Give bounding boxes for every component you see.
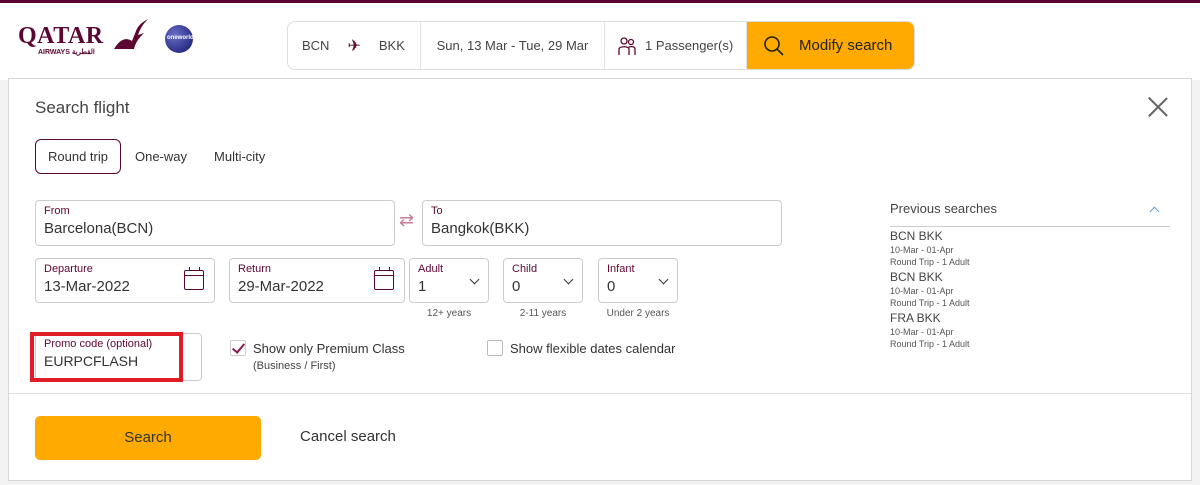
- modify-search-label: Modify search: [799, 37, 893, 54]
- previous-search-item[interactable]: BCN BKK 10-Mar - 01-Apr Round Trip - 1 A…: [890, 270, 1170, 309]
- plane-icon: ✈: [347, 37, 361, 55]
- infant-label: Infant: [607, 263, 635, 275]
- adult-value: 1: [418, 278, 427, 295]
- previous-search-dates: 10-Mar - 01-Apr: [890, 286, 954, 296]
- swap-icon[interactable]: ⇄: [399, 210, 414, 231]
- chevron-up-icon[interactable]: [1149, 206, 1160, 217]
- qatar-airways-logo[interactable]: QATAR AIRWAYS القطرية: [18, 19, 148, 61]
- search-button[interactable]: Search: [35, 416, 261, 460]
- previous-search-details: Round Trip - 1 Adult: [890, 339, 970, 349]
- footer-divider: [9, 393, 1191, 394]
- return-label: Return: [238, 263, 272, 275]
- summary-passengers[interactable]: 1 Passenger(s): [605, 22, 747, 69]
- adult-hint: 12+ years: [426, 308, 472, 319]
- infant-value: 0: [607, 278, 616, 295]
- oneworld-label: oneworld: [167, 35, 194, 41]
- summary-dates[interactable]: Sun, 13 Mar - Tue, 29 Mar: [421, 22, 605, 69]
- previous-searches-header[interactable]: Previous searches: [890, 201, 1170, 227]
- child-hint: 2-11 years: [519, 308, 567, 319]
- logo-text: QATAR: [18, 23, 104, 49]
- previous-search-dates: 10-Mar - 01-Apr: [890, 245, 954, 255]
- modal-title: Search flight: [35, 98, 130, 117]
- site-header: QATAR AIRWAYS القطرية oneworld BCN ✈ BKK…: [0, 0, 1200, 80]
- search-flight-modal: Search flight Round trip One-way Multi-c…: [8, 78, 1192, 481]
- adult-label: Adult: [418, 263, 444, 275]
- from-field[interactable]: From Barcelona(BCN): [35, 200, 395, 246]
- previous-search-route: BCN BKK: [890, 270, 943, 284]
- promo-highlight-box: [30, 332, 183, 382]
- return-value: 29-Mar-2022: [238, 278, 324, 295]
- chevron-down-icon: [469, 274, 480, 285]
- search-icon: [764, 35, 784, 56]
- departure-field[interactable]: Departure 13-Mar-2022: [35, 258, 215, 303]
- departure-value: 13-Mar-2022: [44, 278, 130, 295]
- previous-search-dates: 10-Mar - 01-Apr: [890, 327, 954, 337]
- to-value: Bangkok(BKK): [431, 220, 530, 237]
- oneworld-icon: oneworld: [165, 25, 194, 53]
- from-value: Barcelona(BCN): [44, 220, 154, 237]
- logo-subtext: AIRWAYS القطرية: [38, 49, 95, 56]
- child-select[interactable]: Child 0: [503, 258, 583, 303]
- child-label: Child: [512, 263, 538, 275]
- infant-hint: Under 2 years: [606, 308, 670, 319]
- summary-destination: BKK: [378, 38, 405, 53]
- premium-class-sublabel: (Business / First): [253, 360, 336, 372]
- summary-origin: BCN: [302, 38, 330, 53]
- infant-select[interactable]: Infant 0: [598, 258, 678, 303]
- summary-route[interactable]: BCN ✈ BKK: [288, 22, 421, 69]
- premium-class-label[interactable]: Show only Premium Class: [253, 341, 405, 356]
- previous-search-item[interactable]: FRA BKK 10-Mar - 01-Apr Round Trip - 1 A…: [890, 311, 1170, 350]
- flexible-dates-label[interactable]: Show flexible dates calendar: [510, 341, 676, 356]
- to-label: To: [431, 205, 443, 217]
- close-icon[interactable]: [1147, 96, 1169, 118]
- previous-searches-panel: Previous searches BCN BKK 10-Mar - 01-Ap…: [890, 201, 1170, 350]
- previous-search-route: FRA BKK: [890, 311, 941, 325]
- calendar-icon[interactable]: [374, 267, 394, 290]
- search-summary-bar[interactable]: BCN ✈ BKK Sun, 13 Mar - Tue, 29 Mar 1 Pa…: [287, 21, 915, 70]
- modify-search-button[interactable]: Modify search: [747, 22, 914, 69]
- previous-search-details: Round Trip - 1 Adult: [890, 257, 970, 267]
- chevron-down-icon: [563, 274, 574, 285]
- adult-select[interactable]: Adult 1: [409, 258, 489, 303]
- tab-one-way[interactable]: One-way: [122, 139, 200, 174]
- oryx-icon: [114, 19, 148, 49]
- tab-multi-city[interactable]: Multi-city: [201, 139, 278, 174]
- previous-searches-title: Previous searches: [890, 201, 997, 216]
- premium-class-checkbox[interactable]: [230, 340, 246, 356]
- to-field[interactable]: To Bangkok(BKK): [422, 200, 782, 246]
- cancel-search-link[interactable]: Cancel search: [300, 428, 396, 445]
- chevron-down-icon: [658, 274, 669, 285]
- previous-search-details: Round Trip - 1 Adult: [890, 298, 970, 308]
- previous-search-route: BCN BKK: [890, 229, 943, 243]
- previous-search-item[interactable]: BCN BKK 10-Mar - 01-Apr Round Trip - 1 A…: [890, 229, 1170, 268]
- tab-round-trip[interactable]: Round trip: [35, 139, 121, 174]
- from-label: From: [44, 205, 70, 217]
- departure-label: Departure: [44, 263, 93, 275]
- summary-passengers-label: 1 Passenger(s): [645, 38, 734, 53]
- passengers-icon: [618, 36, 636, 55]
- flexible-dates-checkbox[interactable]: [487, 340, 503, 356]
- calendar-icon[interactable]: [184, 267, 204, 290]
- trip-type-tabs: Round trip One-way Multi-city: [35, 139, 279, 174]
- child-value: 0: [512, 278, 521, 295]
- return-field[interactable]: Return 29-Mar-2022: [229, 258, 405, 303]
